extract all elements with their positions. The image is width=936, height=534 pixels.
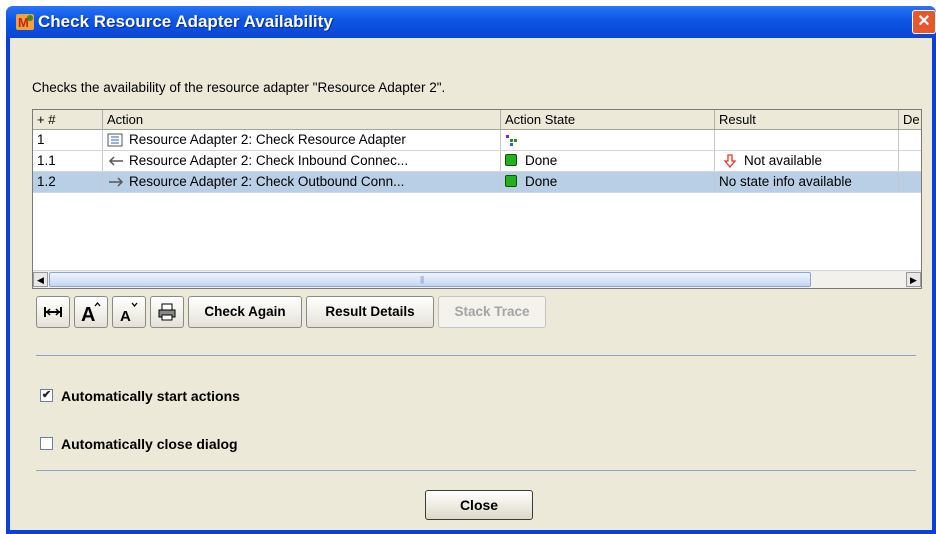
scroll-right-icon[interactable]: ▶ [906, 272, 921, 287]
result-cell [715, 130, 899, 150]
svg-text:A: A [120, 308, 131, 324]
details-cell [899, 151, 921, 171]
scrollbar-thumb[interactable]: ||| [49, 272, 811, 287]
action-label: Resource Adapter 2: Check Inbound Connec… [129, 153, 409, 168]
check-again-button[interactable]: Check Again [188, 296, 302, 328]
auto-start-label: Automatically start actions [61, 388, 240, 404]
outbound-arrow-icon [109, 177, 124, 187]
table-row[interactable]: 1.1 Resource Adapter 2: Check Inbound Co… [33, 151, 921, 172]
action-state-cell [501, 130, 715, 150]
auto-start-checkbox[interactable]: ✔ [40, 389, 53, 402]
intro-text: Checks the availability of the resource … [32, 80, 446, 95]
action-state-label: Done [525, 153, 558, 168]
action-cell: Resource Adapter 2: Check Outbound Conn.… [103, 172, 501, 192]
action-cell: Resource Adapter 2: Check Resource Adapt… [103, 130, 501, 150]
table-row[interactable]: 1 Resource Adapter 2: Check Resource Ada… [33, 130, 921, 151]
result-details-button[interactable]: Result Details [306, 296, 434, 328]
done-icon [505, 175, 517, 187]
svg-text:A: A [81, 304, 95, 324]
window-title: Check Resource Adapter Availability [38, 12, 333, 31]
separator [36, 470, 916, 471]
scroll-left-icon[interactable]: ◀ [33, 272, 48, 287]
details-cell [899, 172, 921, 192]
auto-close-checkbox[interactable] [40, 437, 53, 450]
action-label: Resource Adapter 2: Check Resource Adapt… [129, 132, 406, 147]
decrease-font-icon: A [120, 302, 138, 325]
app-logo-icon: M [16, 14, 34, 30]
action-state-cell: Done [501, 172, 715, 192]
dialog-content: Checks the availability of the resource … [10, 38, 932, 530]
horizontal-scrollbar[interactable]: ◀ ||| ▶ [33, 270, 921, 288]
action-cell: Resource Adapter 2: Check Inbound Connec… [103, 151, 501, 171]
print-icon [158, 303, 176, 321]
column-header-details[interactable]: De [899, 110, 921, 129]
close-window-icon[interactable]: ✕ [912, 10, 936, 34]
check-resource-icon [107, 133, 123, 147]
dialog-window: M Check Resource Adapter Availability ✕ … [6, 6, 936, 534]
inbound-arrow-icon [108, 156, 123, 166]
row-number: 1 [33, 130, 103, 150]
tree-icon [506, 135, 517, 147]
increase-font-icon: A [81, 301, 101, 326]
column-header-num[interactable]: + # [33, 110, 103, 129]
close-button[interactable]: Close [425, 490, 533, 520]
details-cell [899, 130, 921, 150]
action-label: Resource Adapter 2: Check Outbound Conn.… [129, 174, 405, 189]
result-cell: No state info available [715, 172, 899, 192]
column-header-action-state[interactable]: Action State [501, 110, 715, 129]
print-button[interactable] [150, 296, 184, 328]
actions-table[interactable]: + # Action Action State Result De 1 Reso… [32, 109, 922, 289]
down-arrow-icon [723, 154, 737, 169]
stack-trace-button[interactable]: Stack Trace [438, 296, 546, 328]
title-bar[interactable]: M Check Resource Adapter Availability ✕ [6, 6, 936, 38]
auto-close-label: Automatically close dialog [61, 436, 238, 452]
action-state-cell: Done [501, 151, 715, 171]
table-row[interactable]: 1.2 Resource Adapter 2: Check Outbound C… [33, 172, 921, 193]
result-label: Not available [744, 153, 823, 168]
separator [36, 355, 916, 356]
increase-font-button[interactable]: A [74, 296, 108, 328]
result-cell: Not available [715, 151, 899, 171]
column-header-action[interactable]: Action [103, 110, 501, 129]
done-icon [505, 154, 517, 166]
fit-columns-icon [44, 307, 62, 317]
action-state-label: Done [525, 174, 558, 189]
row-number: 1.1 [33, 151, 103, 171]
fit-columns-button[interactable] [36, 296, 70, 328]
column-header-result[interactable]: Result [715, 110, 899, 129]
table-header: + # Action Action State Result De [33, 110, 921, 130]
decrease-font-button[interactable]: A [112, 296, 146, 328]
row-number: 1.2 [33, 172, 103, 192]
